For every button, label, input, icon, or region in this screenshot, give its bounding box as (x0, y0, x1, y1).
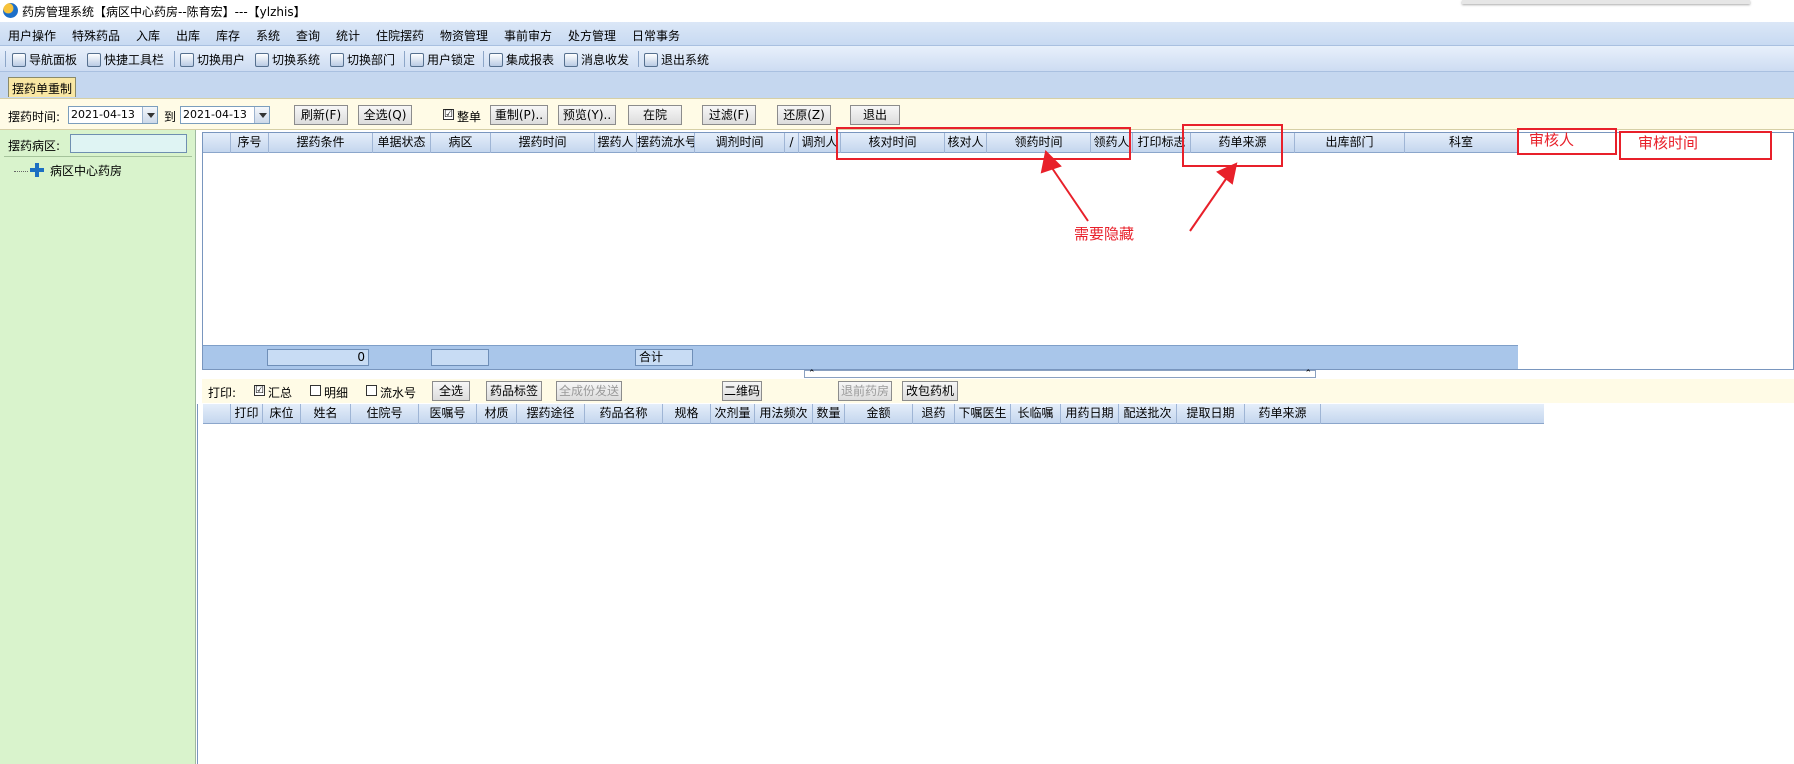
arrow-icon (1040, 149, 1089, 222)
annotation-arrows (1040, 149, 1238, 232)
arrow-icon (1189, 162, 1238, 232)
